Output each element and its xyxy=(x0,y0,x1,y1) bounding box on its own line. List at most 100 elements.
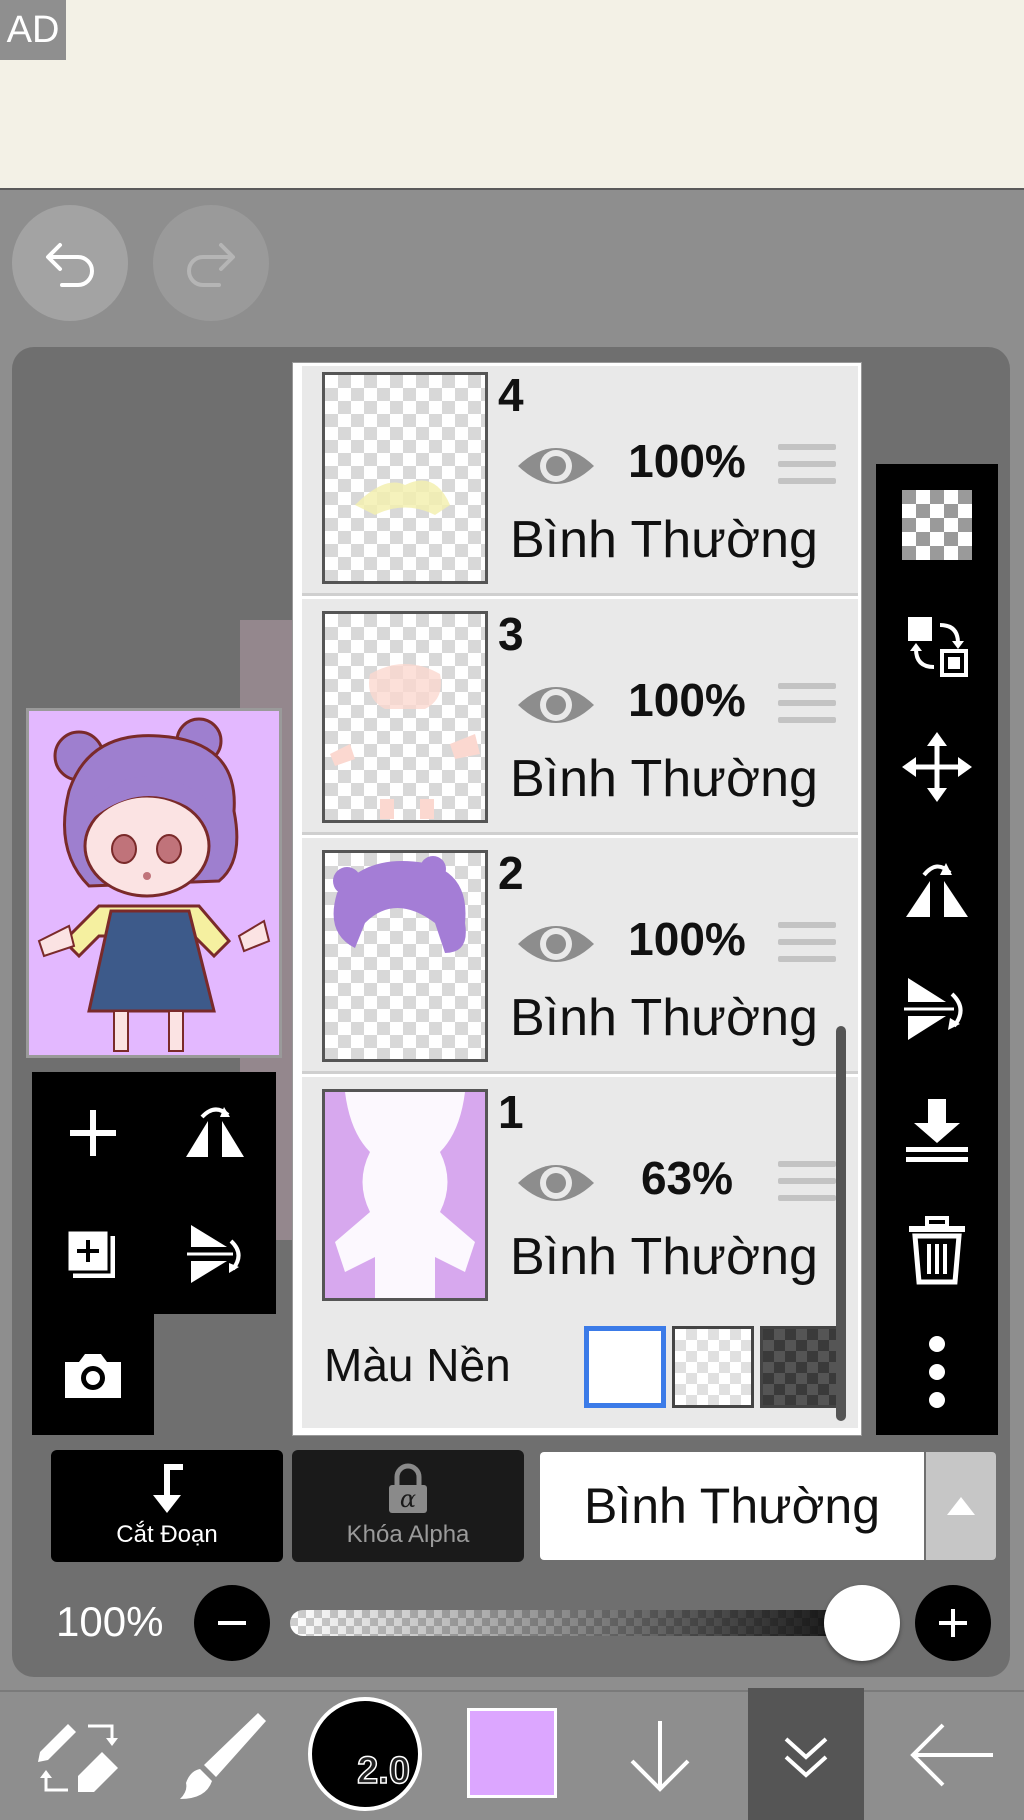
lock-icon: α xyxy=(389,1463,427,1513)
alpha-lock-button[interactable]: α Khóa Alpha xyxy=(292,1450,524,1562)
layer-row[interactable]: 1 63% Bình Thường xyxy=(302,1077,858,1313)
merge-down-button[interactable] xyxy=(876,1069,998,1190)
move-button[interactable] xyxy=(876,706,998,827)
visibility-eye-icon[interactable] xyxy=(514,1155,598,1211)
undo-icon xyxy=(46,243,94,287)
layer-opacity[interactable]: 63% xyxy=(602,1151,772,1205)
layer-list[interactable]: 4 100% Bình Thường 3 100% Bình Thường 2 … xyxy=(293,363,861,1435)
flip-horizontal-button[interactable] xyxy=(154,1072,276,1193)
pen-eraser-swap-icon xyxy=(38,1724,118,1792)
brush-size-value: 2.0 xyxy=(356,1749,410,1793)
layer-opacity[interactable]: 100% xyxy=(602,912,772,966)
arrow-down-icon xyxy=(630,1721,690,1792)
blend-mode-select[interactable]: Bình Thường xyxy=(540,1452,924,1560)
add-layer-button[interactable] xyxy=(32,1072,154,1193)
visibility-eye-icon[interactable] xyxy=(514,438,598,494)
plus-icon xyxy=(939,1609,967,1637)
layer-thumbnail xyxy=(322,1089,488,1301)
layer-opacity[interactable]: 100% xyxy=(602,673,772,727)
layer-blend-mode: Bình Thường xyxy=(510,511,818,569)
swap-icon xyxy=(908,616,968,677)
layer-list-scrollbar[interactable] xyxy=(836,1026,846,1421)
opacity-slider-thumb[interactable] xyxy=(824,1585,900,1661)
flip-horizontal-icon xyxy=(186,1106,244,1157)
drag-handle-icon[interactable] xyxy=(778,922,836,972)
layer-thumbnail xyxy=(322,372,488,584)
layer-2-content xyxy=(333,856,466,953)
arrow-left-icon xyxy=(910,1723,993,1787)
camera-button[interactable] xyxy=(32,1314,154,1435)
flip-horizontal-icon xyxy=(906,862,968,917)
background-dark-swatch[interactable] xyxy=(760,1326,842,1408)
ad-badge: AD xyxy=(0,0,66,60)
plus-icon xyxy=(70,1109,116,1156)
layer-add-icon xyxy=(65,1228,115,1278)
ad-banner[interactable]: AD xyxy=(0,0,1024,190)
swap-layer-button[interactable] xyxy=(876,585,998,706)
flip-vertical-icon xyxy=(187,1224,241,1283)
layer-row[interactable]: 3 100% Bình Thường xyxy=(302,599,858,835)
flip-vertical-right-button[interactable] xyxy=(876,948,998,1069)
background-label: Màu Nền xyxy=(324,1339,511,1391)
minus-icon xyxy=(218,1621,246,1625)
merge-down-icon xyxy=(906,1098,968,1162)
layers-panel-toggle-button[interactable] xyxy=(748,1690,864,1820)
layer-1-content xyxy=(325,1092,485,1298)
layer-tools-left xyxy=(32,1072,276,1435)
brush-tool-button[interactable] xyxy=(160,1690,280,1820)
alpha-lock-label: Khóa Alpha xyxy=(346,1521,470,1548)
background-white-swatch[interactable] xyxy=(584,1326,666,1408)
layer-tools-right xyxy=(876,464,998,1435)
add-special-layer-button[interactable] xyxy=(32,1193,154,1314)
layer-opacity[interactable]: 100% xyxy=(602,434,772,488)
brush-size-button[interactable]: 2.0 xyxy=(308,1697,422,1811)
layer-thumbnail xyxy=(322,611,488,823)
layer-number: 4 xyxy=(498,369,524,421)
trash-icon xyxy=(909,1215,965,1284)
layer-down-button[interactable] xyxy=(610,1690,710,1820)
undo-button[interactable] xyxy=(12,205,128,321)
more-vertical-icon xyxy=(929,1335,945,1408)
flip-vertical-button[interactable] xyxy=(154,1193,276,1314)
color-picker-button[interactable] xyxy=(467,1708,557,1798)
clipping-button[interactable]: Cắt Đoạn xyxy=(51,1450,283,1562)
delete-layer-button[interactable] xyxy=(876,1190,998,1311)
more-options-button[interactable] xyxy=(876,1311,998,1432)
clipping-label: Cắt Đoạn xyxy=(116,1521,218,1548)
redo-icon xyxy=(187,243,235,287)
tool-switch-button[interactable] xyxy=(20,1690,140,1820)
layer-row[interactable]: 2 100% Bình Thường xyxy=(302,838,858,1074)
visibility-eye-icon[interactable] xyxy=(514,916,598,972)
background-color-row: Màu Nền xyxy=(302,1302,858,1428)
layer-number: 3 xyxy=(498,608,524,660)
flip-horizontal-right-button[interactable] xyxy=(876,827,998,948)
opacity-slider-track[interactable] xyxy=(290,1610,898,1636)
chevrons-down-icon xyxy=(784,1737,828,1778)
layer-thumbnail xyxy=(322,850,488,1062)
redo-button[interactable] xyxy=(153,205,269,321)
opacity-increase-button[interactable] xyxy=(915,1585,991,1661)
background-transparent-swatch[interactable] xyxy=(672,1326,754,1408)
back-button[interactable] xyxy=(892,1690,1012,1820)
opacity-decrease-button[interactable] xyxy=(194,1585,270,1661)
clipping-arrow-icon xyxy=(153,1464,183,1513)
visibility-eye-icon[interactable] xyxy=(514,677,598,733)
layer-row[interactable]: 4 100% Bình Thường xyxy=(302,366,858,596)
layer-blend-mode: Bình Thường xyxy=(510,1228,818,1286)
layer-number: 2 xyxy=(498,847,524,899)
caret-up-icon xyxy=(947,1497,975,1515)
camera-icon xyxy=(65,1353,121,1398)
blend-mode-dropdown-button[interactable] xyxy=(926,1452,996,1560)
canvas-preview[interactable] xyxy=(26,708,282,1058)
flip-vertical-icon xyxy=(904,977,963,1040)
layer-blend-mode: Bình Thường xyxy=(510,989,818,1047)
transparent-layer-button[interactable] xyxy=(876,464,998,585)
move-arrows-icon xyxy=(902,731,972,802)
drag-handle-icon[interactable] xyxy=(778,683,836,733)
brush-icon xyxy=(180,1713,266,1799)
drag-handle-icon[interactable] xyxy=(778,444,836,494)
layer-blend-mode: Bình Thường xyxy=(510,750,818,808)
layer-3-content xyxy=(330,664,480,819)
drag-handle-icon[interactable] xyxy=(778,1161,836,1211)
artwork-thumbnail xyxy=(29,711,279,1055)
